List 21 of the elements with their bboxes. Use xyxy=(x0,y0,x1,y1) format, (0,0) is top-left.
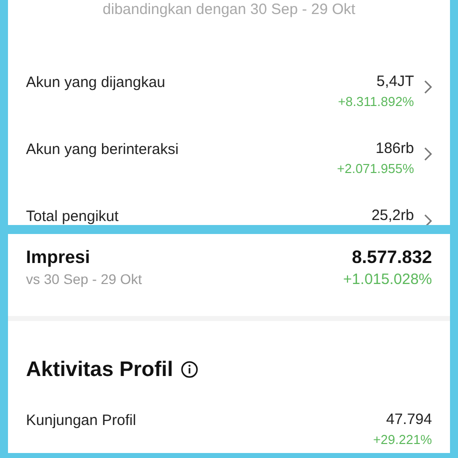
metric-change: +2.071.955% xyxy=(337,160,414,178)
metric-label: Akun yang dijangkau xyxy=(26,73,166,93)
metric-label: Akun yang berinteraksi xyxy=(26,140,180,160)
metric-change: +8.311.892% xyxy=(338,93,414,111)
impressions-change: +1.015.028% xyxy=(343,270,432,290)
section-title: Aktivitas Profil xyxy=(26,357,174,383)
chevron-right-icon[interactable] xyxy=(424,147,432,161)
metric-value: 5,4JT xyxy=(375,72,414,92)
chevron-right-icon[interactable] xyxy=(424,214,432,225)
impressions-title: Impresi xyxy=(26,246,92,269)
info-icon[interactable] xyxy=(181,361,198,378)
metric-label: Total pengikut xyxy=(26,207,120,225)
impressions-value: 8.577.832 xyxy=(350,246,432,269)
period-label: vs 30 Sep - 29 Okt xyxy=(26,270,142,289)
row-change: +29.221% xyxy=(373,430,432,448)
chevron-right-icon[interactable] xyxy=(424,80,432,94)
metric-value: 186rb xyxy=(374,139,414,159)
row-value: 47.794 xyxy=(385,410,432,430)
comparison-note: dibandingkan dengan 30 Sep - 29 Okt xyxy=(102,0,356,20)
metric-value: 25,2rb xyxy=(371,206,414,225)
row-label: Kunjungan Profil xyxy=(26,410,136,430)
